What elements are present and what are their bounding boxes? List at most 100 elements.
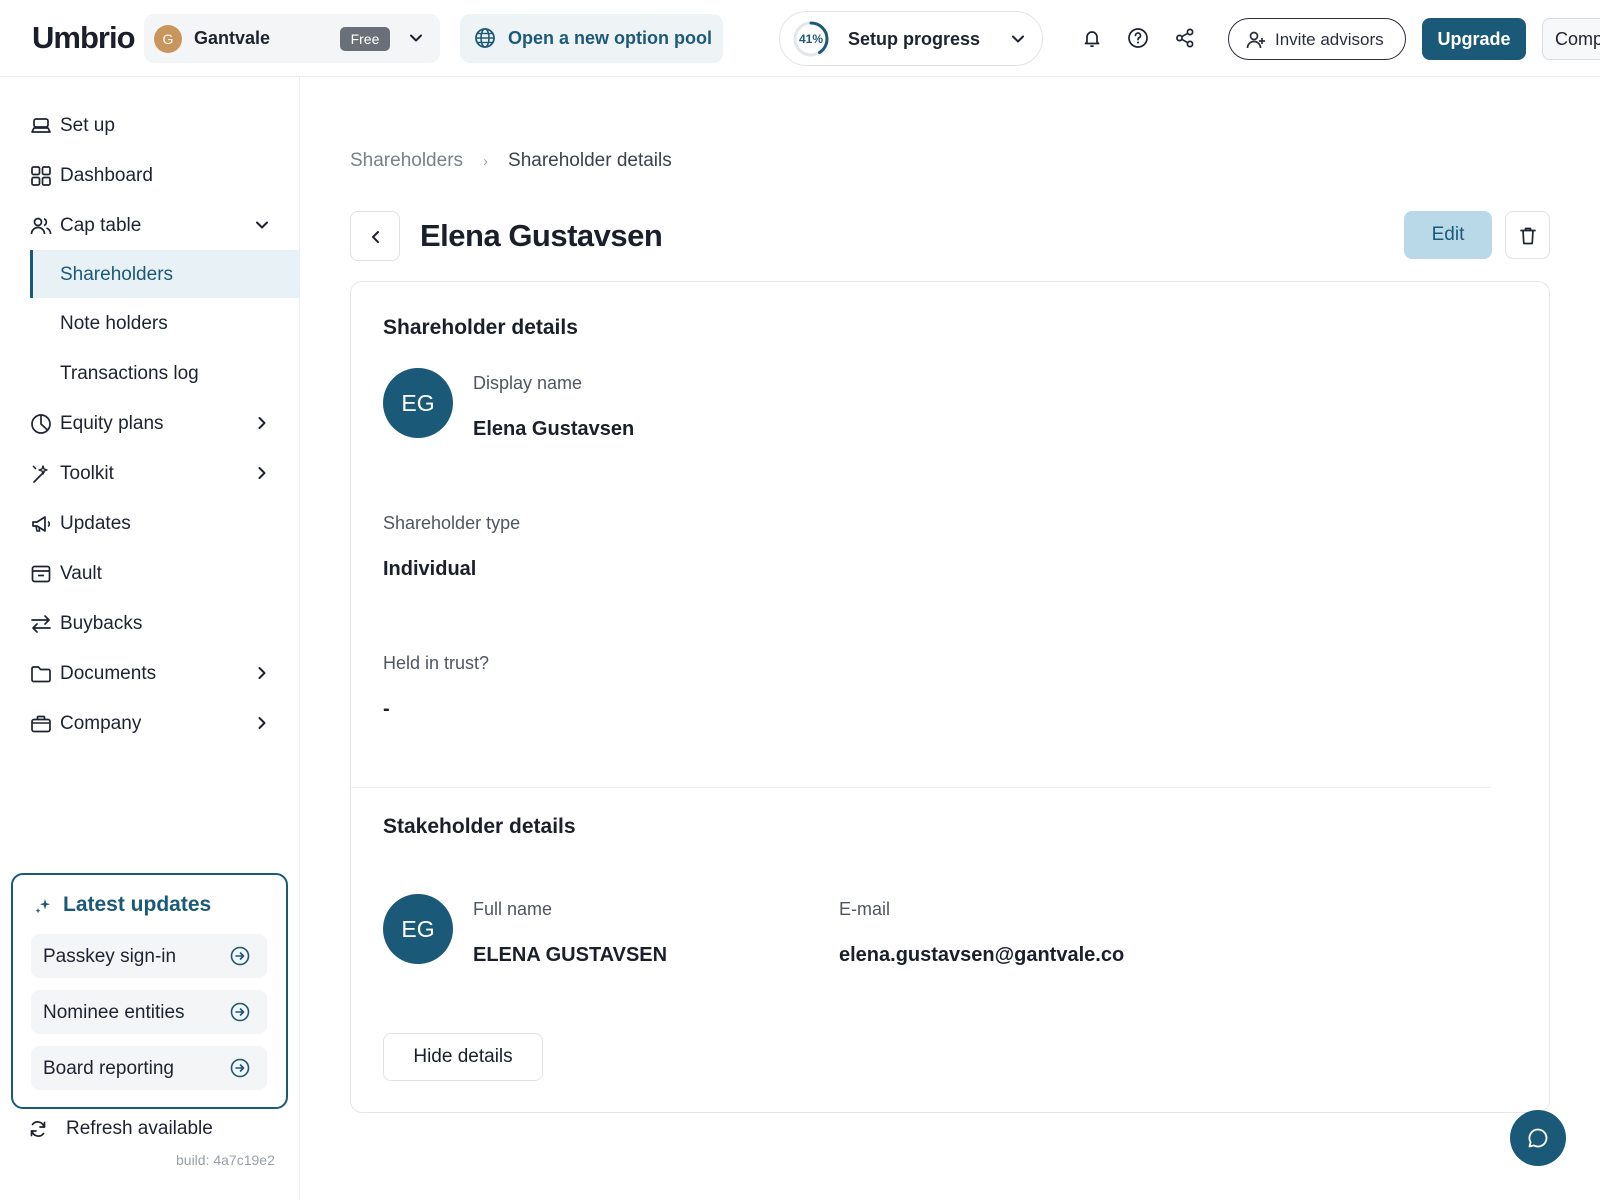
delete-button[interactable] xyxy=(1505,211,1550,259)
breadcrumb-current: Shareholder details xyxy=(508,150,672,171)
update-item-nominee[interactable]: Nominee entities xyxy=(31,990,267,1034)
wand-icon xyxy=(32,465,48,483)
breadcrumb-parent[interactable]: Shareholders xyxy=(350,150,463,171)
avatar: EG xyxy=(383,368,453,438)
option-pool-label: Open a new option pool xyxy=(508,28,712,48)
edit-button[interactable]: Edit xyxy=(1404,211,1492,259)
folder-icon xyxy=(31,666,51,683)
users-icon xyxy=(30,217,52,235)
megaphone-icon xyxy=(32,516,51,532)
back-button[interactable] xyxy=(350,211,400,261)
sidebar-item-company[interactable]: Company xyxy=(30,699,300,747)
chevron-down-icon xyxy=(410,34,422,42)
swap-icon xyxy=(31,615,51,633)
full-name-value: ELENA GUSTAVSEN xyxy=(473,944,668,966)
globe-icon xyxy=(475,28,495,48)
sidebar-item-dashboard[interactable]: Dashboard xyxy=(30,151,300,199)
briefcase-icon xyxy=(31,715,51,733)
chat-button[interactable] xyxy=(1510,1110,1566,1166)
chevron-right-icon xyxy=(258,467,266,479)
update-item-board[interactable]: Board reporting xyxy=(31,1046,267,1090)
setup-progress-label: Setup progress xyxy=(848,29,981,49)
open-option-pool-button[interactable]: Open a new option pool xyxy=(460,14,723,63)
sparkle-icon xyxy=(35,899,50,914)
setup-icon xyxy=(31,118,51,133)
sidebar-item-setup[interactable]: Set up xyxy=(30,101,300,149)
share-icon[interactable] xyxy=(1174,27,1196,49)
details-card: Shareholder details EG Display name Elen… xyxy=(350,281,1550,1113)
add-user-icon xyxy=(1246,31,1265,49)
display-name-label: Display name xyxy=(473,373,583,393)
progress-percent: 41% xyxy=(798,32,824,46)
chat-icon xyxy=(1528,1128,1548,1148)
sidebar-item-label: Note holders xyxy=(60,313,168,334)
invite-advisors-label: Invite advisors xyxy=(1275,30,1384,49)
sidebar-item-label: Dashboard xyxy=(60,165,153,186)
arrow-right-circle-icon xyxy=(230,946,250,966)
held-in-trust-value: - xyxy=(383,698,390,720)
chevron-right-icon xyxy=(258,717,266,729)
latest-updates-title: Latest updates xyxy=(63,893,212,916)
sidebar-item-label: Set up xyxy=(60,115,115,136)
sidebar-item-label: Updates xyxy=(60,513,131,534)
app-logo[interactable]: Umbrio xyxy=(32,20,135,56)
sidebar-item-updates[interactable]: Updates xyxy=(30,499,300,547)
update-item-label: Board reporting xyxy=(43,1058,174,1079)
company-button[interactable]: Comp xyxy=(1542,18,1600,60)
sidebar-item-note-holders[interactable]: Note holders xyxy=(30,299,300,347)
sidebar-item-label: Buybacks xyxy=(60,613,143,634)
update-item-label: Passkey sign-in xyxy=(43,946,177,967)
refresh-label: Refresh available xyxy=(66,1118,213,1139)
sidebar-item-shareholders[interactable]: Shareholders xyxy=(30,250,300,298)
top-bar: Umbrio G Gantvale Free Open a new option… xyxy=(0,0,1600,77)
sidebar-item-documents[interactable]: Documents xyxy=(30,649,300,697)
company-avatar: G xyxy=(154,25,182,53)
build-hash: build: 4a7c19e2 xyxy=(176,1152,275,1168)
email-label: E-mail xyxy=(839,899,891,919)
chevron-down-icon xyxy=(1012,35,1024,43)
held-in-trust-label: Held in trust? xyxy=(383,653,490,673)
update-item-passkey[interactable]: Passkey sign-in xyxy=(31,934,267,978)
refresh-icon xyxy=(30,1121,46,1137)
sidebar-item-label: Documents xyxy=(60,663,157,684)
latest-updates-panel: Latest updates Passkey sign-in Nominee e… xyxy=(11,873,288,1109)
pie-icon xyxy=(31,414,51,434)
hide-details-button[interactable]: Hide details xyxy=(383,1033,543,1081)
sidebar-item-label: Toolkit xyxy=(60,463,114,484)
setup-progress-dropdown[interactable]: 41% Setup progress xyxy=(779,11,1043,66)
stakeholder-details-title: Stakeholder details xyxy=(383,815,576,838)
display-name-value: Elena Gustavsen xyxy=(473,418,635,440)
sidebar: Set up Dashboard Cap table Shareholders … xyxy=(0,77,300,1200)
sidebar-item-equity-plans[interactable]: Equity plans xyxy=(30,399,300,447)
section-divider xyxy=(351,787,1491,788)
dashboard-icon xyxy=(31,166,51,186)
sidebar-item-vault[interactable]: Vault xyxy=(30,549,300,597)
vault-icon xyxy=(31,565,51,583)
shareholder-type-label: Shareholder type xyxy=(383,513,521,533)
update-item-label: Nominee entities xyxy=(43,1002,185,1023)
sidebar-item-transactions-log[interactable]: Transactions log xyxy=(30,349,300,397)
chevron-right-icon: › xyxy=(483,153,489,170)
arrow-right-circle-icon xyxy=(230,1058,250,1078)
email-value: elena.gustavsen@gantvale.co xyxy=(839,944,1125,966)
page-title: Elena Gustavsen xyxy=(420,218,663,253)
company-switcher[interactable]: G Gantvale Free xyxy=(144,14,440,63)
chevron-right-icon xyxy=(258,667,266,679)
plan-badge: Free xyxy=(340,27,390,51)
sidebar-item-cap-table[interactable]: Cap table xyxy=(30,201,300,249)
sidebar-item-buybacks[interactable]: Buybacks xyxy=(30,599,300,647)
full-name-label: Full name xyxy=(473,899,553,919)
sidebar-item-label: Company xyxy=(60,713,142,734)
sidebar-item-label: Equity plans xyxy=(60,413,164,434)
sidebar-item-toolkit[interactable]: Toolkit xyxy=(30,449,300,497)
sidebar-item-label: Transactions log xyxy=(60,363,199,384)
upgrade-button[interactable]: Upgrade xyxy=(1422,18,1526,60)
invite-advisors-button[interactable]: Invite advisors xyxy=(1228,18,1406,60)
arrow-right-circle-icon xyxy=(230,1002,250,1022)
sidebar-item-label: Shareholders xyxy=(60,264,174,285)
company-name: Gantvale xyxy=(194,28,271,48)
refresh-available-button[interactable]: Refresh available xyxy=(28,1114,278,1144)
bell-icon[interactable] xyxy=(1081,27,1103,49)
help-icon[interactable] xyxy=(1127,27,1149,49)
avatar: EG xyxy=(383,894,453,964)
